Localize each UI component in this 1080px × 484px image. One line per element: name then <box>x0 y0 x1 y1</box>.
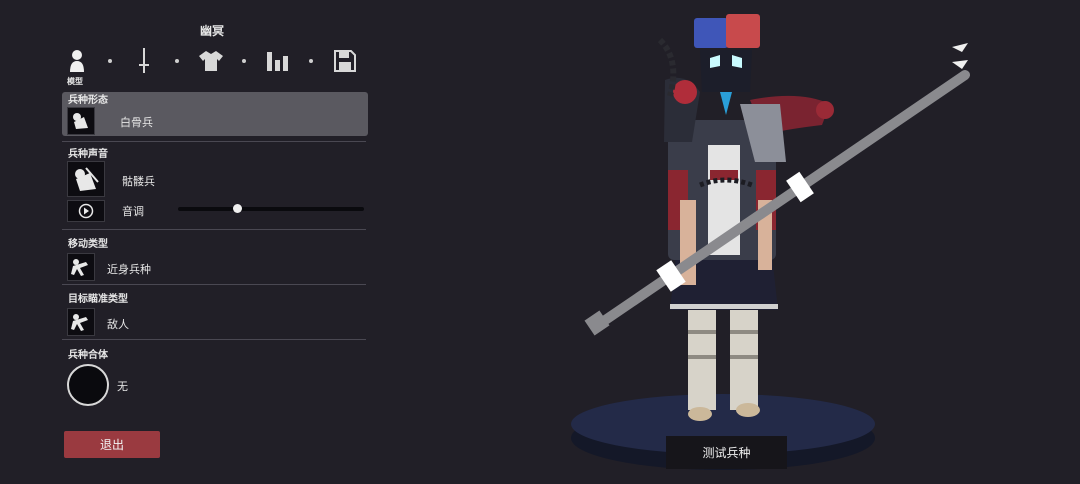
skeleton-voice-icon <box>75 167 99 191</box>
unit-name-title: 幽冥 <box>199 24 224 38</box>
skeleton-icon <box>73 113 88 129</box>
separator-dot <box>242 59 246 63</box>
tab-weapon[interactable] <box>129 46 159 76</box>
leg-left <box>688 310 716 410</box>
divider <box>62 284 366 285</box>
pitch-label: 音调 <box>122 205 144 218</box>
divider <box>62 141 366 142</box>
unit-voice-label: 兵种声音 <box>68 149 108 160</box>
exit-button[interactable]: 退出 <box>64 431 160 458</box>
unit-voice-button[interactable] <box>67 161 105 197</box>
save-icon <box>334 50 356 72</box>
leg-right <box>730 310 758 410</box>
target-enemy-icon <box>71 314 88 331</box>
targeting-type-icon-box[interactable] <box>67 308 95 336</box>
pitch-slider-knob[interactable] <box>233 204 243 213</box>
hat-blue-cube <box>694 18 728 48</box>
tab-clothing[interactable] <box>196 46 226 76</box>
unit-form-icon-box <box>67 107 95 135</box>
movement-type-value: 近身兵种 <box>107 263 151 276</box>
person-icon <box>70 50 84 72</box>
divider <box>62 339 366 340</box>
tab-model-label: 模型 <box>67 77 83 86</box>
pitch-slider[interactable] <box>178 207 364 211</box>
targeting-type-label: 目标瞄准类型 <box>68 294 128 305</box>
play-icon <box>78 203 94 219</box>
editor-toolbar: 模型 <box>62 44 362 90</box>
tab-model[interactable] <box>62 46 92 76</box>
tab-stats[interactable] <box>263 46 293 76</box>
separator-dot <box>309 59 313 63</box>
separator-dot <box>108 59 112 63</box>
targeting-type-value: 敌人 <box>107 318 129 331</box>
movement-type-label: 移动类型 <box>68 239 108 250</box>
unit-merge-slot[interactable] <box>67 364 109 406</box>
unit-voice-value: 骷髅兵 <box>122 175 155 188</box>
tab-save[interactable] <box>330 46 360 76</box>
sword-icon <box>139 48 149 73</box>
head <box>700 50 752 92</box>
play-voice-button[interactable] <box>67 200 105 222</box>
melee-unit-icon <box>71 259 88 276</box>
unit-merge-value: 无 <box>117 380 128 393</box>
divider <box>62 229 366 230</box>
stats-icon <box>267 52 288 71</box>
test-unit-button[interactable]: 测试兵种 <box>666 436 787 469</box>
unit-form-value: 白骨兵 <box>120 116 153 129</box>
separator-dot <box>175 59 179 63</box>
movement-type-icon-box[interactable] <box>67 253 95 281</box>
unit-form-label: 兵种形态 <box>68 95 108 106</box>
shirt-icon <box>199 51 223 71</box>
unit-merge-label: 兵种合体 <box>68 350 108 361</box>
unit-preview-viewport[interactable] <box>560 0 980 484</box>
hat-red-cube <box>726 14 760 48</box>
